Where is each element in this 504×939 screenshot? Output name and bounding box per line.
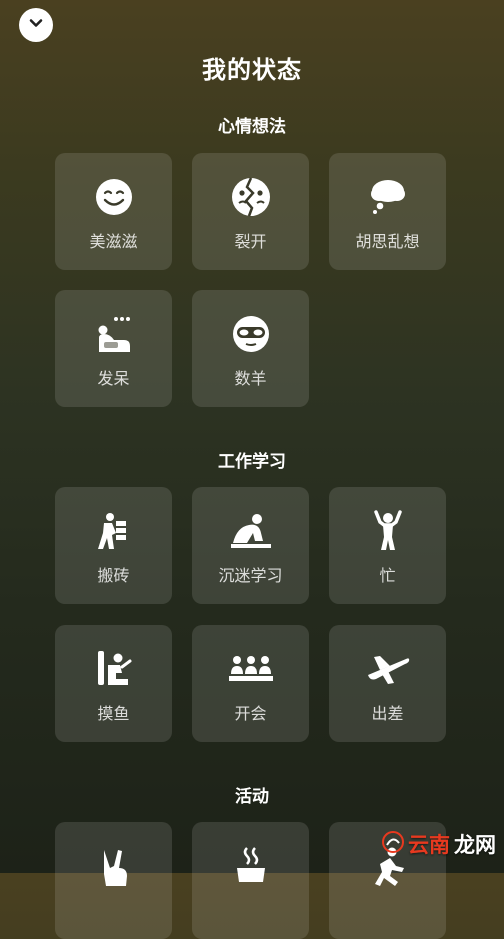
sleep-mask-face-icon xyxy=(192,313,309,355)
status-label: 沉迷学习 xyxy=(218,566,283,585)
status-tile-摸鱼[interactable]: 摸鱼 xyxy=(55,625,172,742)
page-title: 我的状态 xyxy=(202,56,302,84)
thought-cloud-icon xyxy=(329,176,446,218)
status-tile-开会[interactable]: 开会 xyxy=(192,625,309,742)
cracked-face-icon xyxy=(192,176,309,218)
status-tile-搬砖[interactable]: 搬砖 xyxy=(55,487,172,604)
airplane-icon xyxy=(329,648,446,690)
chevron-down-icon xyxy=(27,14,45,36)
watermark-prefix: 云南 xyxy=(408,833,450,857)
status-label: 数羊 xyxy=(234,369,267,388)
watermark-logo-icon xyxy=(382,830,404,858)
status-tile-美滋滋[interactable]: 美滋滋 xyxy=(55,153,172,270)
status-label: 出差 xyxy=(371,704,404,723)
status-tile-沉迷学习[interactable]: 沉迷学习 xyxy=(192,487,309,604)
status-tile-数羊[interactable]: 数羊 xyxy=(192,290,309,407)
sitting-idle-icon xyxy=(55,313,172,355)
status-tile-发呆[interactable]: 发呆 xyxy=(55,290,172,407)
smiley-face-icon xyxy=(55,176,172,218)
status-label: 发呆 xyxy=(97,369,130,388)
collapse-button[interactable] xyxy=(19,8,53,42)
studying-person-icon xyxy=(192,510,309,552)
slacking-person-icon xyxy=(55,648,172,690)
busy-person-icon xyxy=(329,510,446,552)
status-tile-出差[interactable]: 出差 xyxy=(329,625,446,742)
hot-drink-icon xyxy=(192,845,309,887)
watermark: 云南 龙网 xyxy=(382,829,496,859)
status-label: 开会 xyxy=(234,704,267,723)
status-tile-activity-2[interactable] xyxy=(192,822,309,939)
status-tile-忙[interactable]: 忙 xyxy=(329,487,446,604)
victory-hand-icon xyxy=(55,845,172,887)
status-tile-activity-1[interactable] xyxy=(55,822,172,939)
status-label: 忙 xyxy=(379,566,396,585)
status-label: 搬砖 xyxy=(97,566,130,585)
status-tile-胡思乱想[interactable]: 胡思乱想 xyxy=(329,153,446,270)
carrying-bricks-icon xyxy=(55,510,172,552)
status-label: 裂开 xyxy=(234,232,267,251)
section-title-activity: 活动 xyxy=(235,787,269,807)
section-title-mood: 心情想法 xyxy=(218,117,286,137)
status-label: 美滋滋 xyxy=(89,232,138,251)
watermark-suffix: 龙网 xyxy=(454,833,496,857)
status-label: 胡思乱想 xyxy=(355,232,420,251)
section-title-work: 工作学习 xyxy=(218,452,286,472)
status-tile-裂开[interactable]: 裂开 xyxy=(192,153,309,270)
status-label: 摸鱼 xyxy=(97,704,130,723)
meeting-icon xyxy=(192,648,309,690)
